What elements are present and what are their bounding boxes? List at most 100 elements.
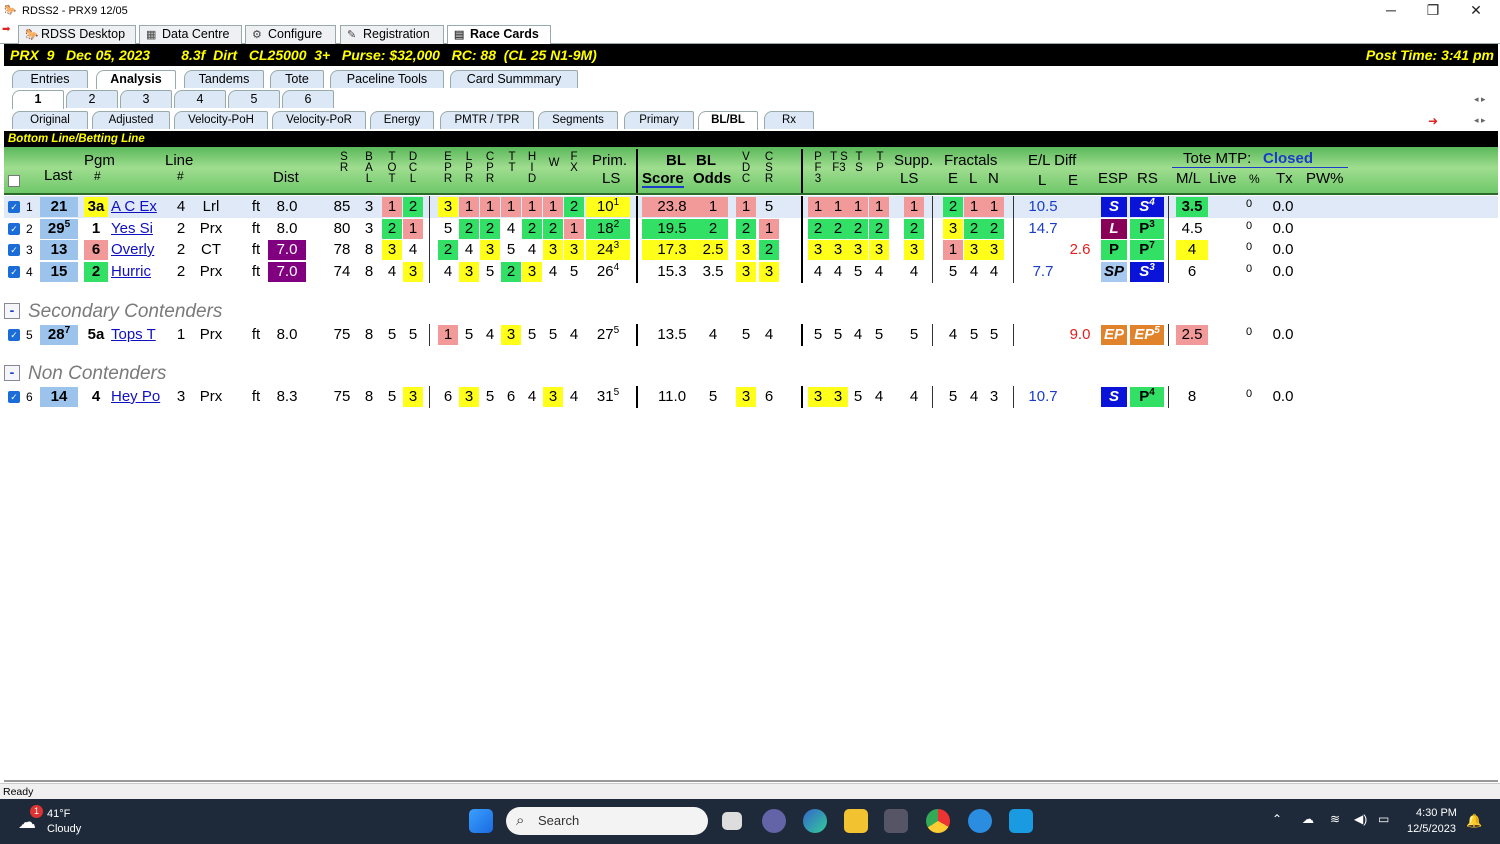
cell-value: 6 (1187, 262, 1197, 280)
tab-configure[interactable]: ⚙ Configure (245, 25, 336, 44)
chevron-up-icon[interactable]: ⌃ (1272, 812, 1282, 826)
notification-bell-icon[interactable]: 🔔 (1466, 813, 1482, 829)
cell-name[interactable]: A C Ex (111, 197, 171, 217)
minimize-button[interactable]: ─ (1376, 2, 1406, 20)
tab-registration[interactable]: ✎ Registration (340, 25, 444, 44)
cell-value: 3a (87, 198, 105, 215)
volume-icon[interactable]: ◀) (1354, 812, 1367, 826)
cell-el-e: 2.6 (1058, 240, 1102, 260)
divider (1172, 167, 1348, 168)
cell-value: 2 (506, 262, 516, 280)
tab-bl-bl[interactable]: BL/BL (698, 111, 758, 130)
cell-pgm: 4 (84, 387, 108, 407)
table-row[interactable]: ✓ 6 14 4 Hey Po 3 Prx ft 8.3 75 8 5 3 6 3 5 6 4 3 4 315 11.0 5… (4, 386, 1498, 408)
cell-rs: S4 (1130, 197, 1164, 217)
tab-primary[interactable]: Primary (624, 111, 694, 129)
row-checkbox[interactable]: ✓ (8, 391, 20, 403)
cell-prim: 182 (586, 218, 630, 239)
cell-superscript: 7 (64, 325, 71, 336)
cell-supp: 4 (904, 262, 924, 282)
scroll-arrows-icon[interactable]: ◂ ▸ (1474, 94, 1486, 105)
edge-icon[interactable] (803, 809, 827, 833)
cell-value: 4 (708, 326, 718, 343)
rdss-app-icon[interactable] (884, 809, 908, 833)
cell-value: 3 (364, 198, 374, 215)
tab-3[interactable]: 3 (120, 90, 172, 108)
header-fractals: Fractals (944, 152, 998, 169)
tab-entries[interactable]: Entries (12, 70, 88, 88)
tab-analysis[interactable]: Analysis (96, 70, 176, 89)
chrome-icon[interactable] (926, 809, 950, 833)
cell-value: 3 (813, 241, 823, 258)
table-row[interactable]: ✓ 4 15 2 Hurric 2 Prx ft 7.0 74 8 4 3 4 3 5 2 3 4 5 264 15.3 3… (4, 260, 1498, 283)
tab-velocity-por[interactable]: Velocity-PoR (272, 111, 366, 129)
tab-paceline-tools[interactable]: Paceline Tools (330, 70, 444, 88)
row-checkbox[interactable]: ✓ (8, 201, 20, 213)
help-icon[interactable] (968, 809, 992, 833)
divider (1013, 217, 1014, 240)
maximize-button[interactable]: ❐ (1418, 2, 1448, 20)
tab-6[interactable]: 6 (282, 90, 334, 108)
table-row[interactable]: ✓ 1 21 3a A C Ex 4 Lrl ft 8.0 85 3 1 2 3 1 1 1 1 1 2 101 23.8… (4, 196, 1498, 218)
collapse-button[interactable]: - (4, 365, 20, 381)
cell-dcl: 1 (403, 218, 423, 239)
row-checkbox[interactable]: ✓ (8, 244, 20, 256)
table-row[interactable]: ✓ 3 13 6 Overly 2 CT ft 7.0 78 8 3 4 2 4 3 5 4 3 3 243 17.3 2.… (4, 239, 1498, 261)
row-checkbox[interactable]: ✓ (8, 329, 20, 341)
export-icon[interactable]: ➜ (1428, 114, 1438, 128)
wifi-icon[interactable]: ≋ (1330, 812, 1340, 826)
tab-tote[interactable]: Tote (270, 70, 324, 88)
tab-rdss-desktop[interactable]: 🐎 RDSS Desktop (18, 25, 136, 44)
row-checkbox[interactable]: ✓ (8, 222, 20, 235)
start-icon[interactable] (469, 809, 493, 833)
cell-name[interactable]: Hey Po (111, 387, 171, 407)
table-row[interactable]: ✓ 2 295 1 Yes Si 2 Prx ft 8.0 80 3 2 1 5 2 2 4 2 2 1 182 19.5… (4, 217, 1498, 240)
cell-ts: 1 (848, 197, 868, 217)
scroll-arrows-icon[interactable]: ◂ ▸ (1474, 115, 1486, 126)
cell-value: Tops T (111, 326, 156, 343)
tab-segments[interactable]: Segments (538, 111, 618, 129)
cell-value: Overly (111, 241, 155, 258)
tab-pmtr-tpr[interactable]: PMTR / TPR (440, 111, 534, 129)
collapse-button[interactable]: - (4, 303, 20, 319)
tab-race-cards[interactable]: ▤ Race Cards (447, 25, 551, 45)
cell-name[interactable]: Yes Si (111, 219, 171, 239)
divider (636, 324, 638, 346)
cloud-icon[interactable]: ☁ (1302, 812, 1314, 826)
hp-icon[interactable] (1009, 809, 1033, 833)
header-pw: PW% (1306, 170, 1344, 187)
cell-tx: 0.0 (1266, 197, 1300, 217)
cell-name[interactable]: Overly (111, 240, 171, 260)
chat-icon[interactable] (762, 809, 786, 833)
header-pf3: P F 3 (814, 151, 822, 185)
file-explorer-icon[interactable] (844, 809, 868, 833)
tab-tandems[interactable]: Tandems (184, 70, 264, 88)
cell-cpr: 3 (480, 240, 500, 260)
row-checkbox[interactable]: ✓ (8, 265, 20, 278)
tab-energy[interactable]: Energy (370, 111, 434, 129)
tab-1[interactable]: 1 (12, 90, 64, 109)
task-view-icon[interactable] (722, 812, 742, 830)
tab-2[interactable]: 2 (66, 90, 118, 108)
tab-rx[interactable]: Rx (764, 111, 814, 129)
table-row[interactable]: ✓ 5 287 5a Tops T 1 Prx ft 8.0 75 8 5 5 1 5 4 3 5 5 4 275 13.… (4, 324, 1498, 346)
battery-icon[interactable]: ▭ (1378, 812, 1389, 826)
tab-data-centre[interactable]: ▦ Data Centre (139, 25, 242, 44)
cell-cpr: 4 (480, 325, 500, 345)
tab-5[interactable]: 5 (228, 90, 280, 108)
cell-value: 3 (874, 241, 884, 258)
divider (1013, 324, 1014, 346)
cell-name[interactable]: Tops T (111, 325, 171, 345)
search-box[interactable]: ⌕ Search (506, 807, 708, 835)
tab-4[interactable]: 4 (174, 90, 226, 108)
select-all-checkbox[interactable] (8, 175, 20, 187)
cell-value: 14.7 (1028, 219, 1058, 237)
tab-original[interactable]: Original (12, 111, 88, 129)
cell-value: 5 (813, 326, 823, 343)
cell-name[interactable]: Hurric (111, 262, 171, 282)
tab-adjusted[interactable]: Adjusted (92, 111, 170, 129)
cell-value: 0.0 (1272, 262, 1294, 280)
close-button[interactable]: ✕ (1461, 2, 1491, 20)
tab-card-summary[interactable]: Card Summmary (450, 70, 578, 88)
tab-velocity-poh[interactable]: Velocity-PoH (174, 111, 268, 129)
